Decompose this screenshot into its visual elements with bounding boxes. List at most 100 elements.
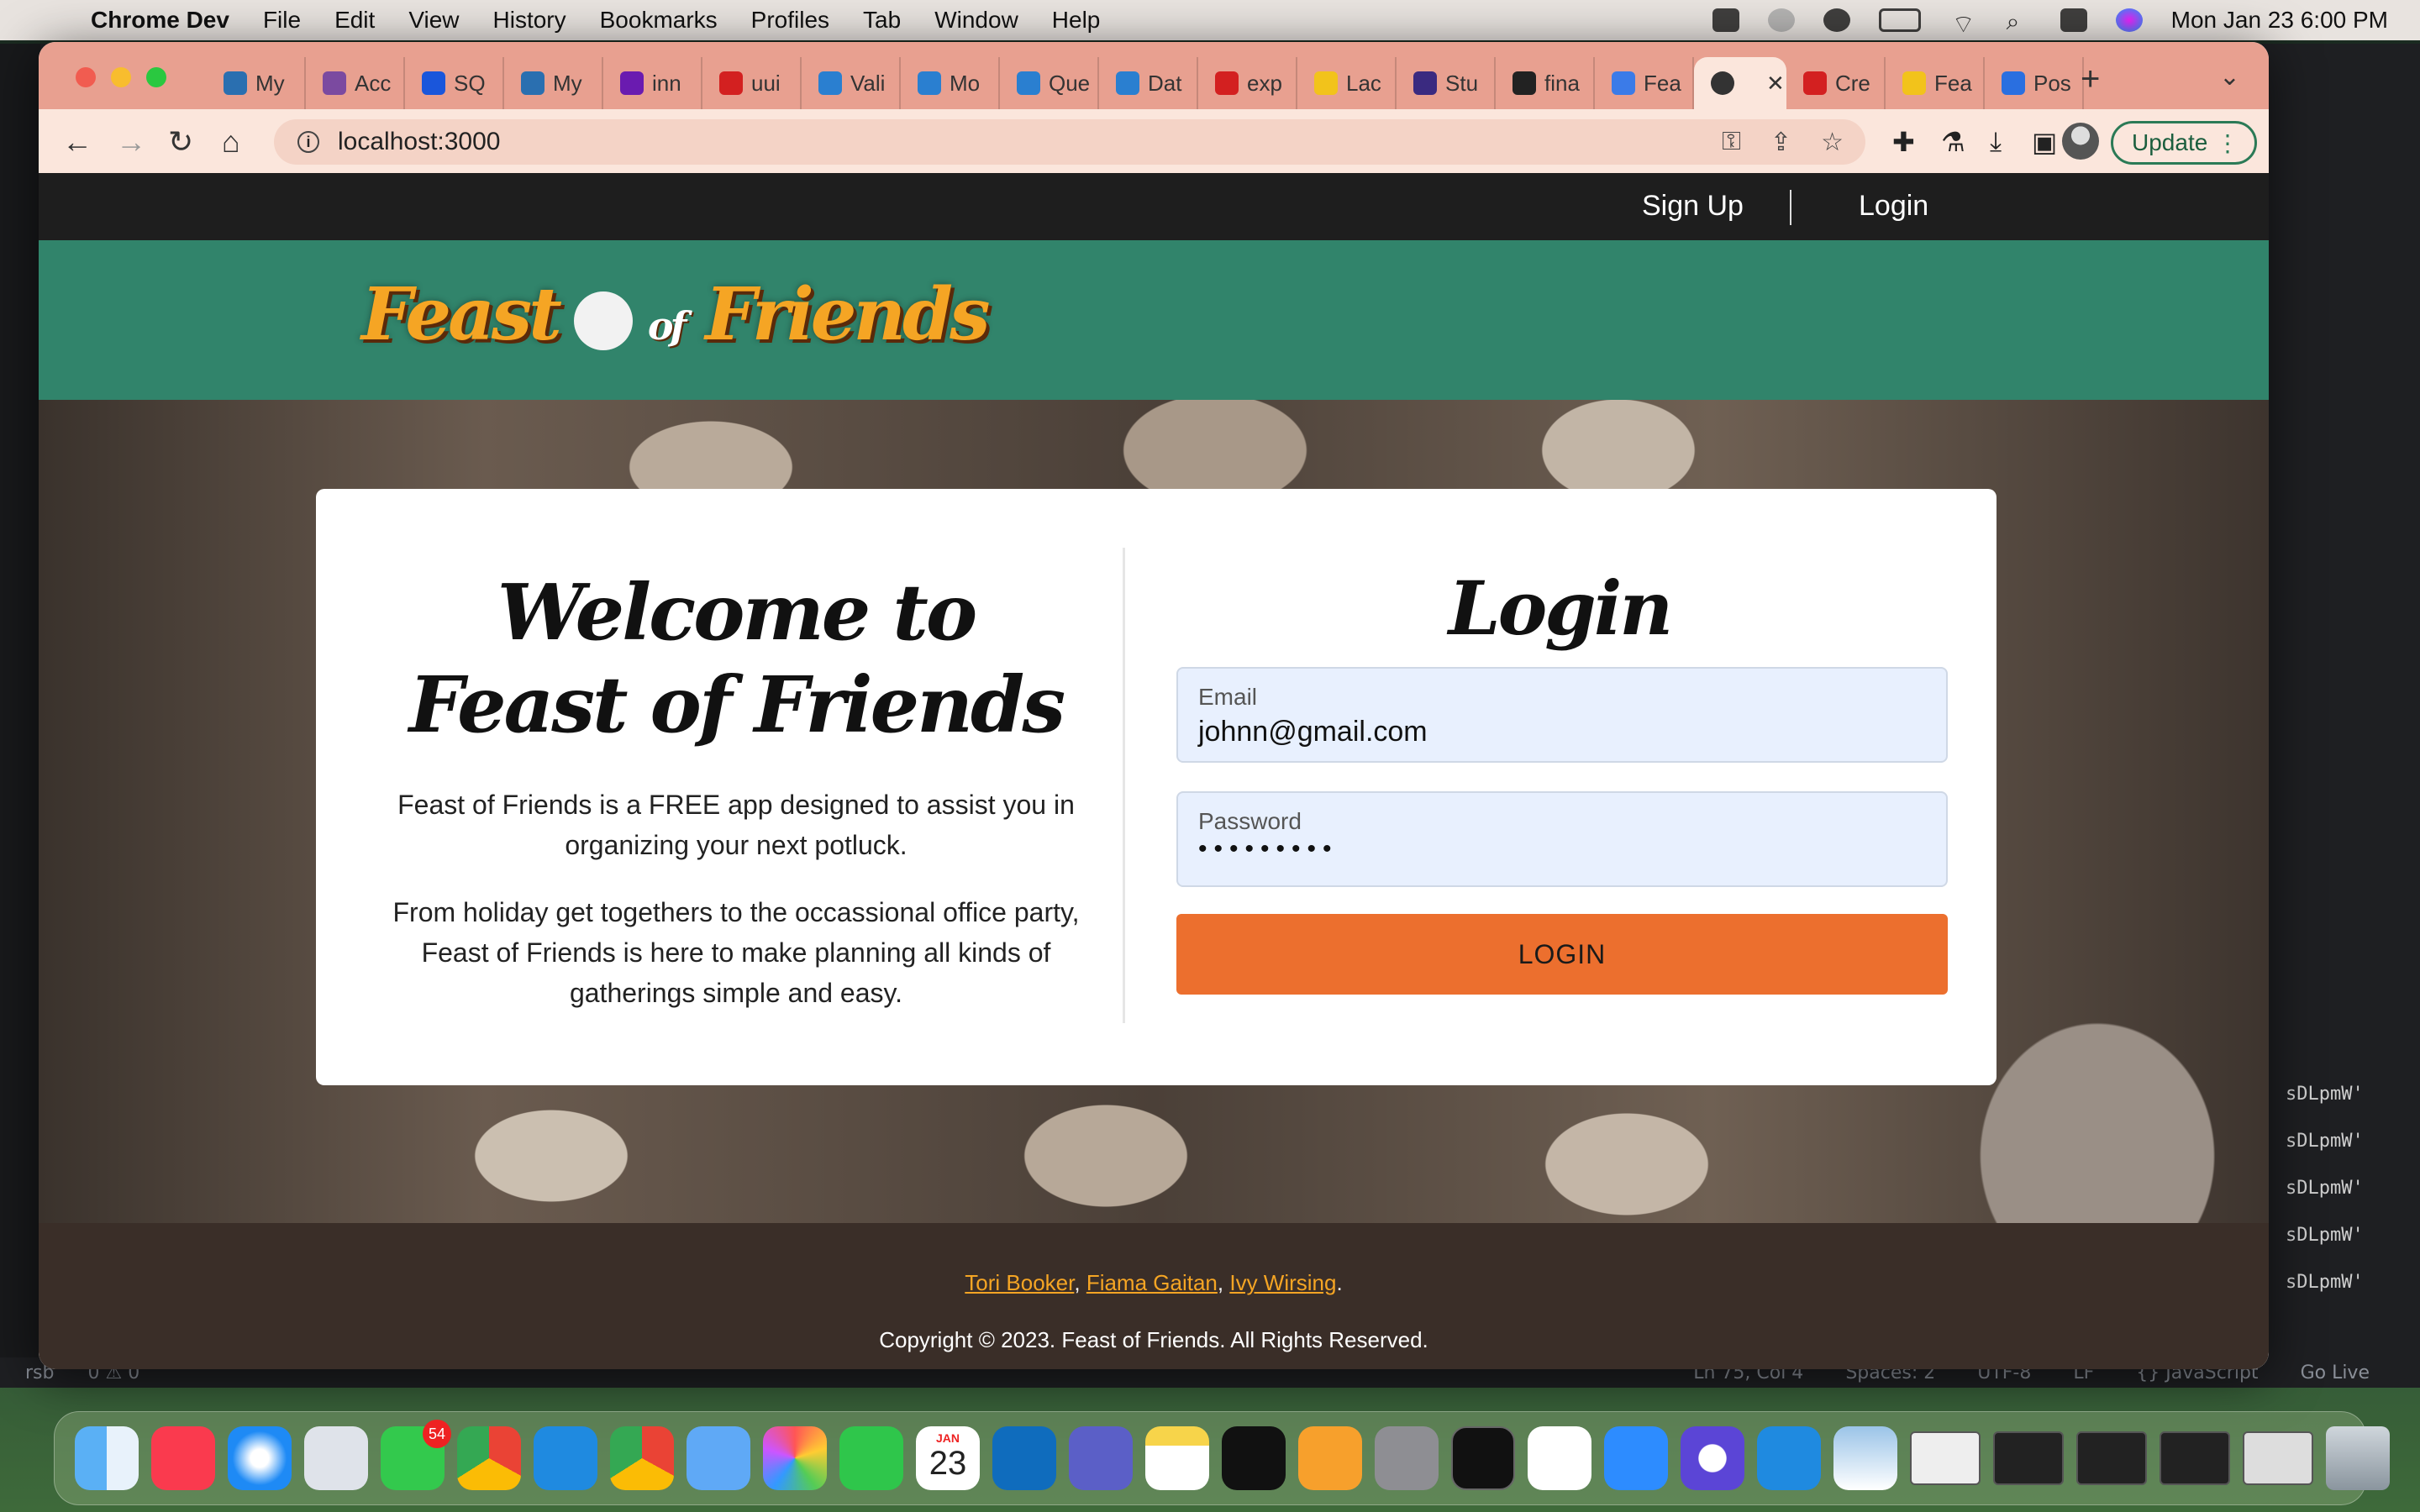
home-icon[interactable]: ⌂: [222, 124, 240, 160]
status-golive[interactable]: Go Live: [2301, 1362, 2370, 1383]
browser-tab[interactable]: Lac: [1297, 57, 1397, 109]
minimize-window-button[interactable]: [111, 67, 131, 87]
side-panel-icon[interactable]: ▣: [2032, 126, 2057, 158]
finder-icon[interactable]: [75, 1426, 139, 1490]
close-tab-icon[interactable]: ✕: [1766, 71, 1785, 97]
login-link[interactable]: Login: [1859, 190, 1928, 223]
password-field[interactable]: Password •••••••••: [1176, 791, 1948, 887]
address-bar[interactable]: i localhost:3000 ⚿ ⇪ ☆: [274, 119, 1865, 165]
battery-icon[interactable]: [1878, 8, 1921, 32]
chrome-dev-icon[interactable]: [610, 1426, 674, 1490]
browser-tab[interactable]: Stu: [1397, 57, 1496, 109]
browser-tab[interactable]: Acc: [306, 57, 405, 109]
extensions-icon[interactable]: ✚: [1892, 126, 1915, 158]
reload-icon[interactable]: ↻: [168, 124, 193, 160]
launchpad-icon[interactable]: [304, 1426, 368, 1490]
calendar-icon[interactable]: JAN 23: [916, 1426, 980, 1490]
menubar-clock[interactable]: Mon Jan 23 6:00 PM: [2171, 7, 2388, 34]
menu-history[interactable]: History: [493, 7, 566, 34]
preview-icon[interactable]: [1833, 1426, 1897, 1490]
profile-avatar[interactable]: [2062, 123, 2099, 160]
menu-profiles[interactable]: Profiles: [751, 7, 829, 34]
password-value[interactable]: •••••••••: [1198, 835, 1926, 864]
more-menu-icon[interactable]: ⋮: [2216, 129, 2239, 157]
window-thumbnail[interactable]: [1993, 1431, 2064, 1485]
window-thumbnail[interactable]: [2243, 1431, 2313, 1485]
messages-icon[interactable]: 54: [381, 1420, 451, 1490]
browser-tab[interactable]: Fea: [1886, 57, 1985, 109]
browser-tab[interactable]: Mo: [901, 57, 1000, 109]
menu-tab[interactable]: Tab: [863, 7, 901, 34]
chrome-icon[interactable]: [457, 1426, 521, 1490]
apple-tv-icon[interactable]: [1222, 1426, 1286, 1490]
zoom-status-icon[interactable]: [1712, 8, 1739, 32]
browser-tab[interactable]: exp: [1198, 57, 1297, 109]
photos-icon[interactable]: [763, 1426, 827, 1490]
outlook-icon[interactable]: [992, 1426, 1056, 1490]
bookmark-star-icon[interactable]: ☆: [1821, 128, 1844, 157]
siri-icon[interactable]: [2115, 8, 2143, 32]
update-button[interactable]: Update ⋮: [2111, 121, 2257, 165]
zoom-icon[interactable]: [1604, 1426, 1668, 1490]
chevron-down-icon[interactable]: ⌄: [2219, 62, 2240, 92]
music-icon[interactable]: [151, 1426, 215, 1490]
menu-help[interactable]: Help: [1052, 7, 1101, 34]
back-icon[interactable]: ←: [62, 124, 92, 160]
mail-icon[interactable]: [687, 1426, 750, 1490]
trash-icon[interactable]: [2326, 1426, 2390, 1490]
browser-tab[interactable]: SQ: [405, 57, 504, 109]
credit-link[interactable]: Fiama Gaitan: [1086, 1270, 1218, 1295]
window-thumbnail[interactable]: [2160, 1431, 2230, 1485]
site-info-icon[interactable]: i: [297, 131, 319, 153]
tab-active[interactable]: ✕: [1694, 57, 1786, 109]
search-icon[interactable]: ⌕: [2007, 8, 2032, 34]
url-text[interactable]: localhost:3000: [338, 128, 500, 156]
login-button[interactable]: LOGIN: [1176, 914, 1948, 995]
menu-app-name[interactable]: Chrome Dev: [91, 7, 229, 34]
forward-icon[interactable]: →: [116, 124, 146, 160]
vscode-alt-icon[interactable]: [1757, 1426, 1821, 1490]
key-icon[interactable]: ⚿: [1722, 128, 1741, 156]
credit-link[interactable]: Tori Booker: [965, 1270, 1074, 1295]
email-field[interactable]: Email johnn@gmail.com: [1176, 667, 1948, 763]
menu-file[interactable]: File: [263, 7, 301, 34]
maximize-window-button[interactable]: [146, 67, 166, 87]
menu-window[interactable]: Window: [934, 7, 1018, 34]
browser-tab[interactable]: My: [207, 57, 306, 109]
new-tab-button[interactable]: +: [2081, 60, 2100, 98]
download-icon[interactable]: ⤓: [1990, 126, 2002, 158]
signup-link[interactable]: Sign Up: [1642, 190, 1744, 223]
airdrop-icon[interactable]: [1823, 8, 1850, 32]
browser-tab[interactable]: My: [504, 57, 603, 109]
browser-tab[interactable]: Fea: [1595, 57, 1694, 109]
browser-tab[interactable]: Que: [1000, 57, 1099, 109]
control-center-icon[interactable]: [2060, 8, 2087, 32]
vscode-icon[interactable]: [534, 1426, 597, 1490]
browser-tab[interactable]: Pos: [1985, 57, 2084, 109]
menu-edit[interactable]: Edit: [334, 7, 375, 34]
sync-icon[interactable]: [1767, 8, 1795, 32]
system-settings-icon[interactable]: [1375, 1426, 1439, 1490]
safari-icon[interactable]: [228, 1426, 292, 1490]
teams-icon[interactable]: [1069, 1426, 1133, 1490]
share-icon[interactable]: ⇪: [1770, 128, 1791, 157]
email-value[interactable]: johnn@gmail.com: [1198, 716, 1926, 748]
browser-tab[interactable]: uui: [702, 57, 802, 109]
window-thumbnail[interactable]: [1910, 1431, 1981, 1485]
slack-icon[interactable]: [1528, 1426, 1591, 1490]
terminal-icon[interactable]: [1451, 1426, 1515, 1490]
window-thumbnail[interactable]: [2076, 1431, 2147, 1485]
wifi-icon[interactable]: ⌔: [1949, 8, 1978, 39]
browser-tab[interactable]: Dat: [1099, 57, 1198, 109]
close-window-button[interactable]: [76, 67, 96, 87]
browser-tab[interactable]: Vali: [802, 57, 901, 109]
labs-flask-icon[interactable]: ⚗: [1941, 126, 1965, 158]
pages-icon[interactable]: [1298, 1426, 1362, 1490]
arc-app-icon[interactable]: [1681, 1426, 1744, 1490]
browser-tab[interactable]: inn: [603, 57, 702, 109]
facetime-icon[interactable]: [839, 1426, 903, 1490]
menu-bookmarks[interactable]: Bookmarks: [600, 7, 718, 34]
browser-tab[interactable]: fina: [1496, 57, 1595, 109]
notes-icon[interactable]: [1145, 1426, 1209, 1490]
browser-tab[interactable]: Cre: [1786, 57, 1886, 109]
